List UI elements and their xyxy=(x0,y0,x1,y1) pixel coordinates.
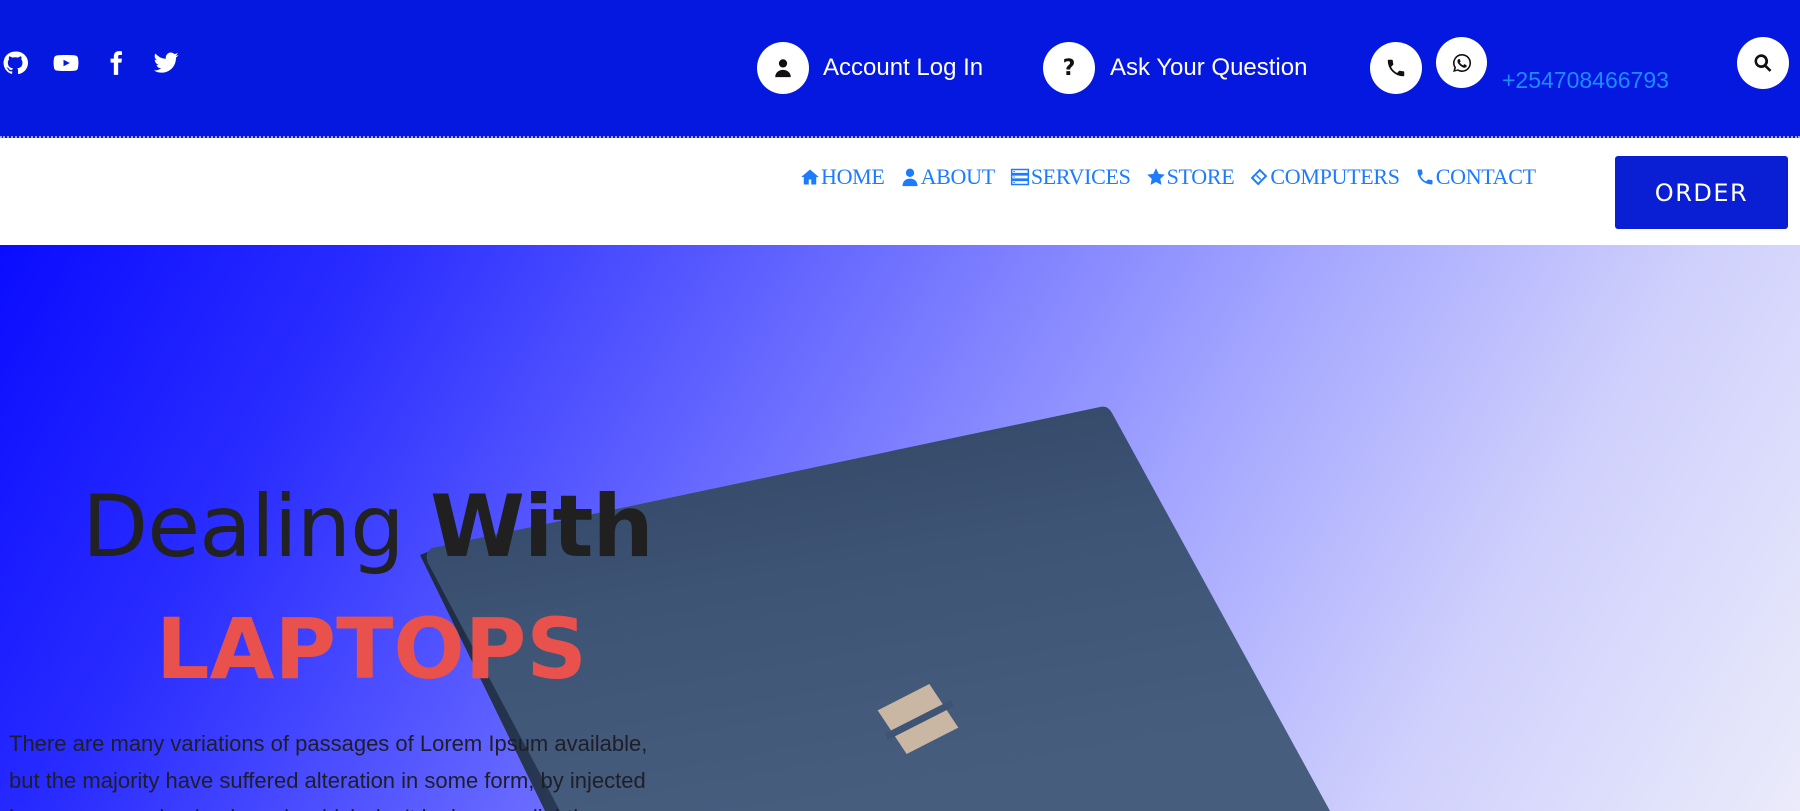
youtube-icon[interactable] xyxy=(53,50,79,76)
user-icon xyxy=(902,168,918,187)
order-button[interactable]: ORDER xyxy=(1615,156,1788,229)
facebook-icon[interactable] xyxy=(103,50,129,76)
headline-bold: With xyxy=(430,477,654,577)
nav-label-contact: CONTACT xyxy=(1435,164,1536,189)
phone-icon xyxy=(1417,169,1433,185)
phone-icon[interactable] xyxy=(1370,42,1422,94)
server-icon xyxy=(1010,168,1029,186)
hero-section: Dealing With LAPTOPS There are many vari… xyxy=(0,245,1800,811)
headline-light: Dealing xyxy=(82,477,405,577)
nav-item-contact[interactable]: CONTACT xyxy=(1415,164,1536,190)
main-nav: HOME ABOUT SERVICES STORE COMPUTERS CONT… xyxy=(800,164,1551,190)
nav-item-services[interactable]: SERVICES xyxy=(1010,164,1131,190)
hero-subheadline: LAPTOPS xyxy=(156,600,587,698)
account-login-link[interactable]: Account Log In xyxy=(823,54,983,82)
search-icon[interactable] xyxy=(1737,37,1789,89)
nav-label-computers: COMPUTERS xyxy=(1270,164,1400,189)
whatsapp-icon[interactable] xyxy=(1436,37,1487,88)
ticket-icon xyxy=(1251,168,1268,186)
hero-paragraph: There are many variations of passages of… xyxy=(9,731,648,811)
nav-label-home: HOME xyxy=(821,164,885,189)
ask-question-link[interactable]: Ask Your Question xyxy=(1110,54,1307,82)
nav-label-store: STORE xyxy=(1166,164,1235,189)
twitter-icon[interactable] xyxy=(153,50,179,76)
phone-number-link[interactable]: +254708466793 xyxy=(1502,67,1669,94)
social-links xyxy=(0,50,203,76)
question-icon[interactable]: ? xyxy=(1043,42,1095,94)
home-icon xyxy=(801,169,819,185)
nav-label-about: ABOUT xyxy=(920,164,996,189)
nav-item-computers[interactable]: COMPUTERS xyxy=(1249,164,1400,190)
user-icon[interactable] xyxy=(757,42,809,94)
main-navbar: HOME ABOUT SERVICES STORE COMPUTERS CONT… xyxy=(0,140,1800,245)
top-bar: Account Log In ? Ask Your Question +2547… xyxy=(0,0,1800,138)
hero-headline: Dealing With xyxy=(82,477,654,577)
nav-label-services: SERVICES xyxy=(1030,164,1131,189)
nav-item-store[interactable]: STORE xyxy=(1146,164,1235,190)
star-icon xyxy=(1146,168,1165,185)
github-icon[interactable] xyxy=(2,50,28,76)
nav-item-home[interactable]: HOME xyxy=(800,164,885,190)
nav-item-about[interactable]: ABOUT xyxy=(900,164,995,190)
